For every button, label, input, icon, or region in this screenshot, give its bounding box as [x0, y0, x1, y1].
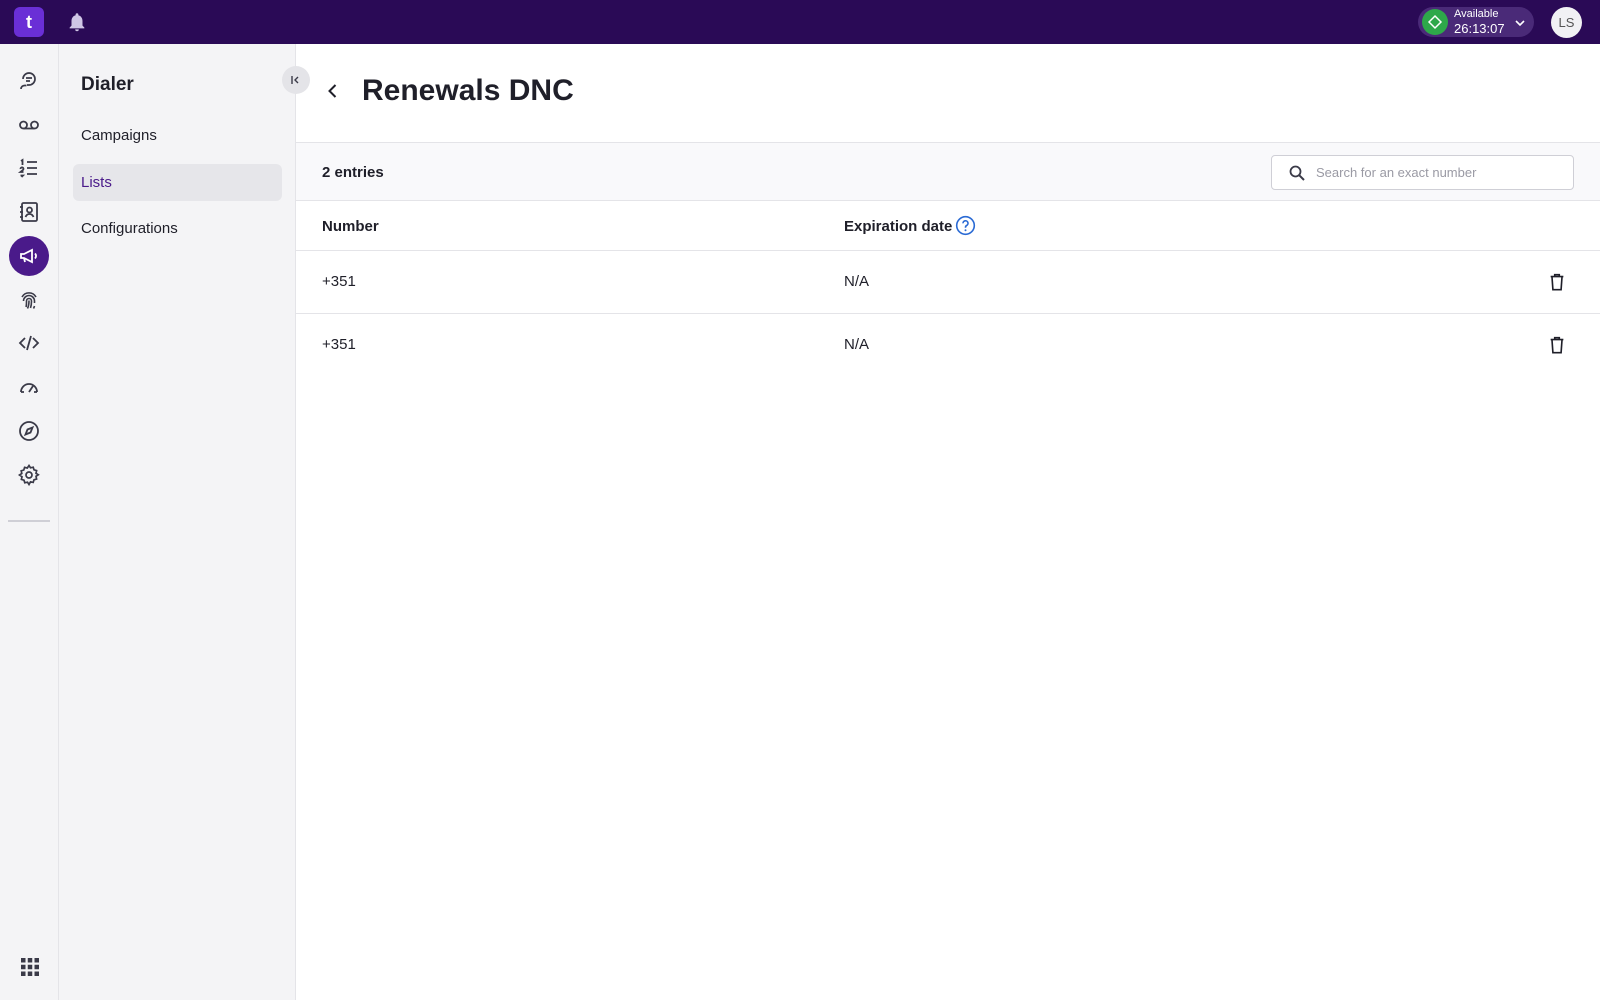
status-timer: 26:13:07	[1454, 21, 1505, 36]
column-header-number[interactable]: Number	[322, 218, 379, 235]
apps-grid-icon[interactable]	[19, 956, 41, 978]
chevron-down-icon	[1514, 16, 1526, 28]
cell-expiration-date: N/A	[844, 336, 870, 353]
search-box[interactable]	[1271, 155, 1574, 190]
sidebar-item-configurations[interactable]: Configurations	[73, 210, 282, 247]
collapse-sidebar-button[interactable]	[282, 66, 310, 94]
search-icon	[1288, 164, 1306, 182]
search-input[interactable]	[1316, 156, 1568, 189]
lists-icon[interactable]	[9, 148, 49, 188]
avatar-initials: LS	[1558, 15, 1575, 30]
table-header: Number Expiration date	[296, 201, 1600, 251]
icon-rail	[0, 44, 59, 1000]
sidebar-item-lists[interactable]: Lists	[73, 164, 282, 201]
app-logo[interactable]: t	[14, 7, 44, 37]
page-header: Renewals DNC	[296, 44, 1600, 143]
sidebar-item-label: Lists	[81, 174, 112, 191]
column-header-expiration-date[interactable]: Expiration date	[844, 218, 952, 235]
code-icon[interactable]	[9, 323, 49, 363]
voicemail-icon[interactable]	[9, 105, 49, 145]
user-avatar[interactable]: LS	[1551, 7, 1582, 38]
top-bar: t Available 26:13:07 LS	[0, 0, 1600, 44]
delete-trash-icon[interactable]	[1546, 334, 1568, 356]
status-label: Available	[1454, 8, 1499, 20]
status-diamond-icon	[1422, 9, 1448, 35]
availability-status-button[interactable]: Available 26:13:07	[1418, 7, 1534, 37]
cell-number: +351	[322, 336, 356, 353]
dialer-sidebar: Dialer Campaigns Lists Configurations	[59, 44, 310, 1000]
dialer-megaphone-icon[interactable]	[9, 236, 49, 276]
delete-trash-icon[interactable]	[1546, 271, 1568, 293]
bell-icon[interactable]	[66, 11, 88, 33]
back-arrow-icon[interactable]	[322, 80, 344, 102]
sidebar-title: Dialer	[81, 74, 134, 95]
sidebar-item-label: Campaigns	[81, 127, 157, 144]
main-content: Renewals DNC 2 entries Number Expiration…	[296, 44, 1600, 1000]
sidebar-item-campaigns[interactable]: Campaigns	[73, 117, 282, 154]
list-toolbar: 2 entries	[296, 143, 1600, 201]
contacts-icon[interactable]	[9, 192, 49, 232]
collapse-icon	[291, 76, 299, 84]
settings-gear-icon[interactable]	[9, 455, 49, 495]
table-row: +351 N/A	[296, 314, 1600, 377]
help-circle-icon[interactable]	[955, 215, 976, 236]
rail-divider	[8, 520, 50, 522]
page-title: Renewals DNC	[362, 74, 574, 107]
fingerprint-icon[interactable]	[9, 280, 49, 320]
cell-expiration-date: N/A	[844, 273, 870, 290]
dashboard-gauge-icon[interactable]	[9, 367, 49, 407]
app-logo-text: t	[26, 11, 32, 32]
sidebar-item-label: Configurations	[81, 220, 178, 237]
conversations-icon[interactable]	[9, 61, 49, 101]
entries-count: 2 entries	[322, 164, 384, 181]
table-row: +351 N/A	[296, 251, 1600, 314]
cell-number: +351	[322, 273, 356, 290]
compass-icon[interactable]	[9, 411, 49, 451]
